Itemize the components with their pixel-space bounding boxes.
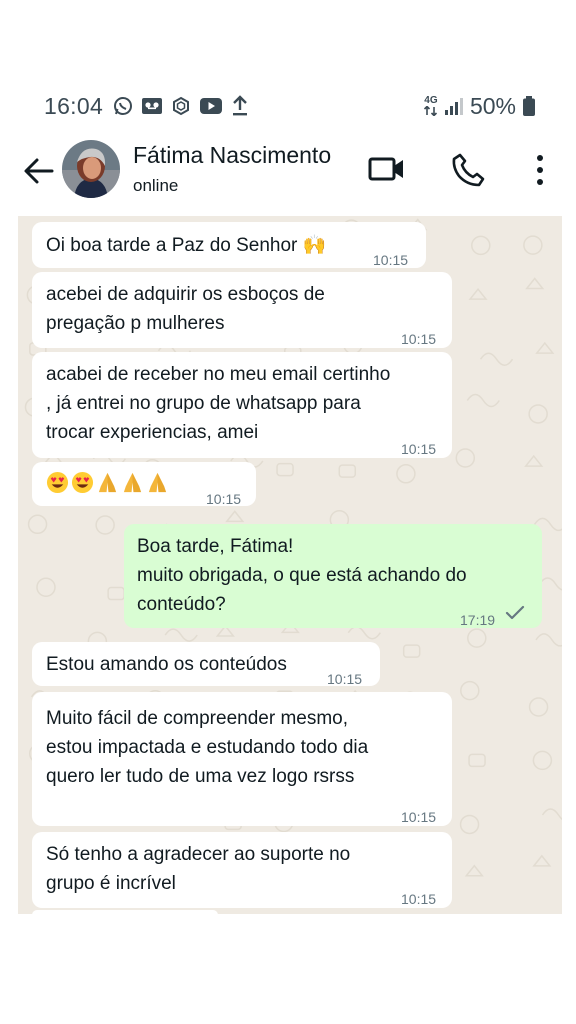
voicemail-icon (142, 98, 163, 114)
message-text: Só tenho a agradecer ao suporte no grupo… (46, 844, 351, 894)
heart-eyes-emoji-icon (46, 471, 69, 494)
wallpaper-doodle (107, 586, 125, 601)
message-time: 10:15 (373, 252, 409, 268)
wallpaper-doodle (525, 277, 545, 290)
signal-icon (444, 98, 463, 115)
message-text: Estou amando os conteúdos (46, 654, 287, 675)
folded-hands-emoji-icon (148, 472, 167, 493)
wallpaper-doodle (466, 393, 500, 408)
message-time: 10:15 (327, 671, 363, 687)
wallpaper-doodle (27, 514, 48, 535)
message-incoming[interactable]: Estou amando os conteúdos 10:15 (32, 642, 380, 687)
wallpaper-doodle (479, 352, 514, 366)
message-time: 10:15 (401, 891, 437, 907)
whatsapp-icon (114, 97, 133, 115)
wallpaper-doodle (528, 404, 548, 424)
message-incoming[interactable]: Oi boa tarde a Paz do Senhor 🙌 10:15 (32, 222, 426, 268)
upload-icon (233, 95, 248, 116)
video-call-icon[interactable] (368, 152, 406, 186)
chat-area[interactable]: Oi boa tarde a Paz do Senhor 🙌 10:15 ace… (18, 216, 562, 914)
message-incoming[interactable]: Só tenho a agradecer ao suporte no grupo… (32, 832, 452, 908)
wallpaper-doodle (402, 644, 421, 658)
message-incoming[interactable]: acebei de adquirir os esboços de pregaçã… (32, 272, 452, 348)
contact-info[interactable]: Fátima Nascimento online (133, 140, 331, 198)
wallpaper-doodle (95, 515, 115, 535)
wallpaper-doodle (164, 628, 198, 642)
status-right: 4G 50% (423, 92, 536, 120)
wallpaper-doodle (347, 625, 381, 640)
wallpaper-doodle (468, 753, 486, 768)
message-incoming[interactable]: acabei de receber no meu email certinho … (32, 352, 452, 458)
voice-call-icon[interactable] (451, 152, 487, 188)
wallpaper-doodle (338, 464, 357, 478)
message-time: 17:19 (460, 612, 496, 628)
notification-icons (113, 95, 249, 117)
wallpaper-doodle (455, 448, 476, 468)
wallpaper-doodle (36, 577, 56, 597)
more-options-icon[interactable] (530, 152, 550, 188)
wallpaper-doodle (471, 235, 491, 256)
wallpaper-doodle (532, 750, 553, 771)
message-incoming[interactable]: Muito fácil de compreender mesmo, estou … (32, 692, 452, 826)
wallpaper-doodle (539, 577, 562, 591)
message-time: 10:15 (401, 809, 437, 825)
wallpaper-doodle (532, 854, 552, 867)
message-text: Boa tarde, Fátima! muito obrigada, o que… (137, 536, 467, 615)
network-type-icon: 4G (423, 96, 438, 116)
status-bar: 16:04 4G 50% (44, 88, 536, 124)
back-arrow-icon[interactable] (22, 154, 56, 188)
status-time: 16:04 (44, 92, 104, 119)
wallpaper-doodle (396, 464, 416, 484)
wallpaper-doodle (459, 814, 480, 835)
message-time: 10:15 (401, 441, 437, 457)
message-text: acabei de receber no meu email certinho … (46, 364, 391, 443)
message-time: 10:15 (206, 491, 242, 507)
wallpaper-doodle (523, 235, 543, 255)
contact-status: online (133, 176, 179, 195)
battery-icon (523, 96, 535, 116)
wallpaper-doodle (535, 633, 562, 647)
folded-hands-emoji-icon (123, 472, 142, 493)
wallpaper-doodle (535, 341, 555, 354)
wallpaper-doodle (524, 454, 544, 467)
wallpaper-doodle (276, 462, 294, 477)
message-incoming-partial (32, 910, 218, 914)
message-outgoing[interactable]: Boa tarde, Fátima! muito obrigada, o que… (124, 524, 542, 628)
wallpaper-doodle (460, 680, 480, 701)
message-text: Muito fácil de compreender mesmo, estou … (46, 708, 369, 787)
message-emojis (46, 471, 169, 494)
heart-eyes-emoji-icon (71, 471, 94, 494)
message-text: acebei de adquirir os esboços de pregaçã… (46, 284, 325, 334)
chat-header: Fátima Nascimento online (0, 136, 576, 208)
chatgpt-icon (173, 96, 190, 116)
wallpaper-doodle (464, 864, 484, 877)
wallpaper-doodle (528, 697, 549, 717)
sent-check-icon (505, 605, 525, 620)
youtube-icon (200, 98, 223, 114)
wallpaper-doodle (541, 808, 562, 821)
contact-name: Fátima Nascimento (133, 142, 332, 168)
message-incoming-emoji[interactable]: 10:15 (32, 462, 256, 507)
battery-percent: 50% (469, 92, 516, 119)
avatar[interactable] (62, 140, 120, 198)
folded-hands-emoji-icon (98, 472, 117, 493)
message-time: 10:15 (401, 331, 437, 347)
message-text: Oi boa tarde a Paz do Senhor 🙌 (46, 235, 327, 256)
wallpaper-doodle (468, 287, 488, 300)
